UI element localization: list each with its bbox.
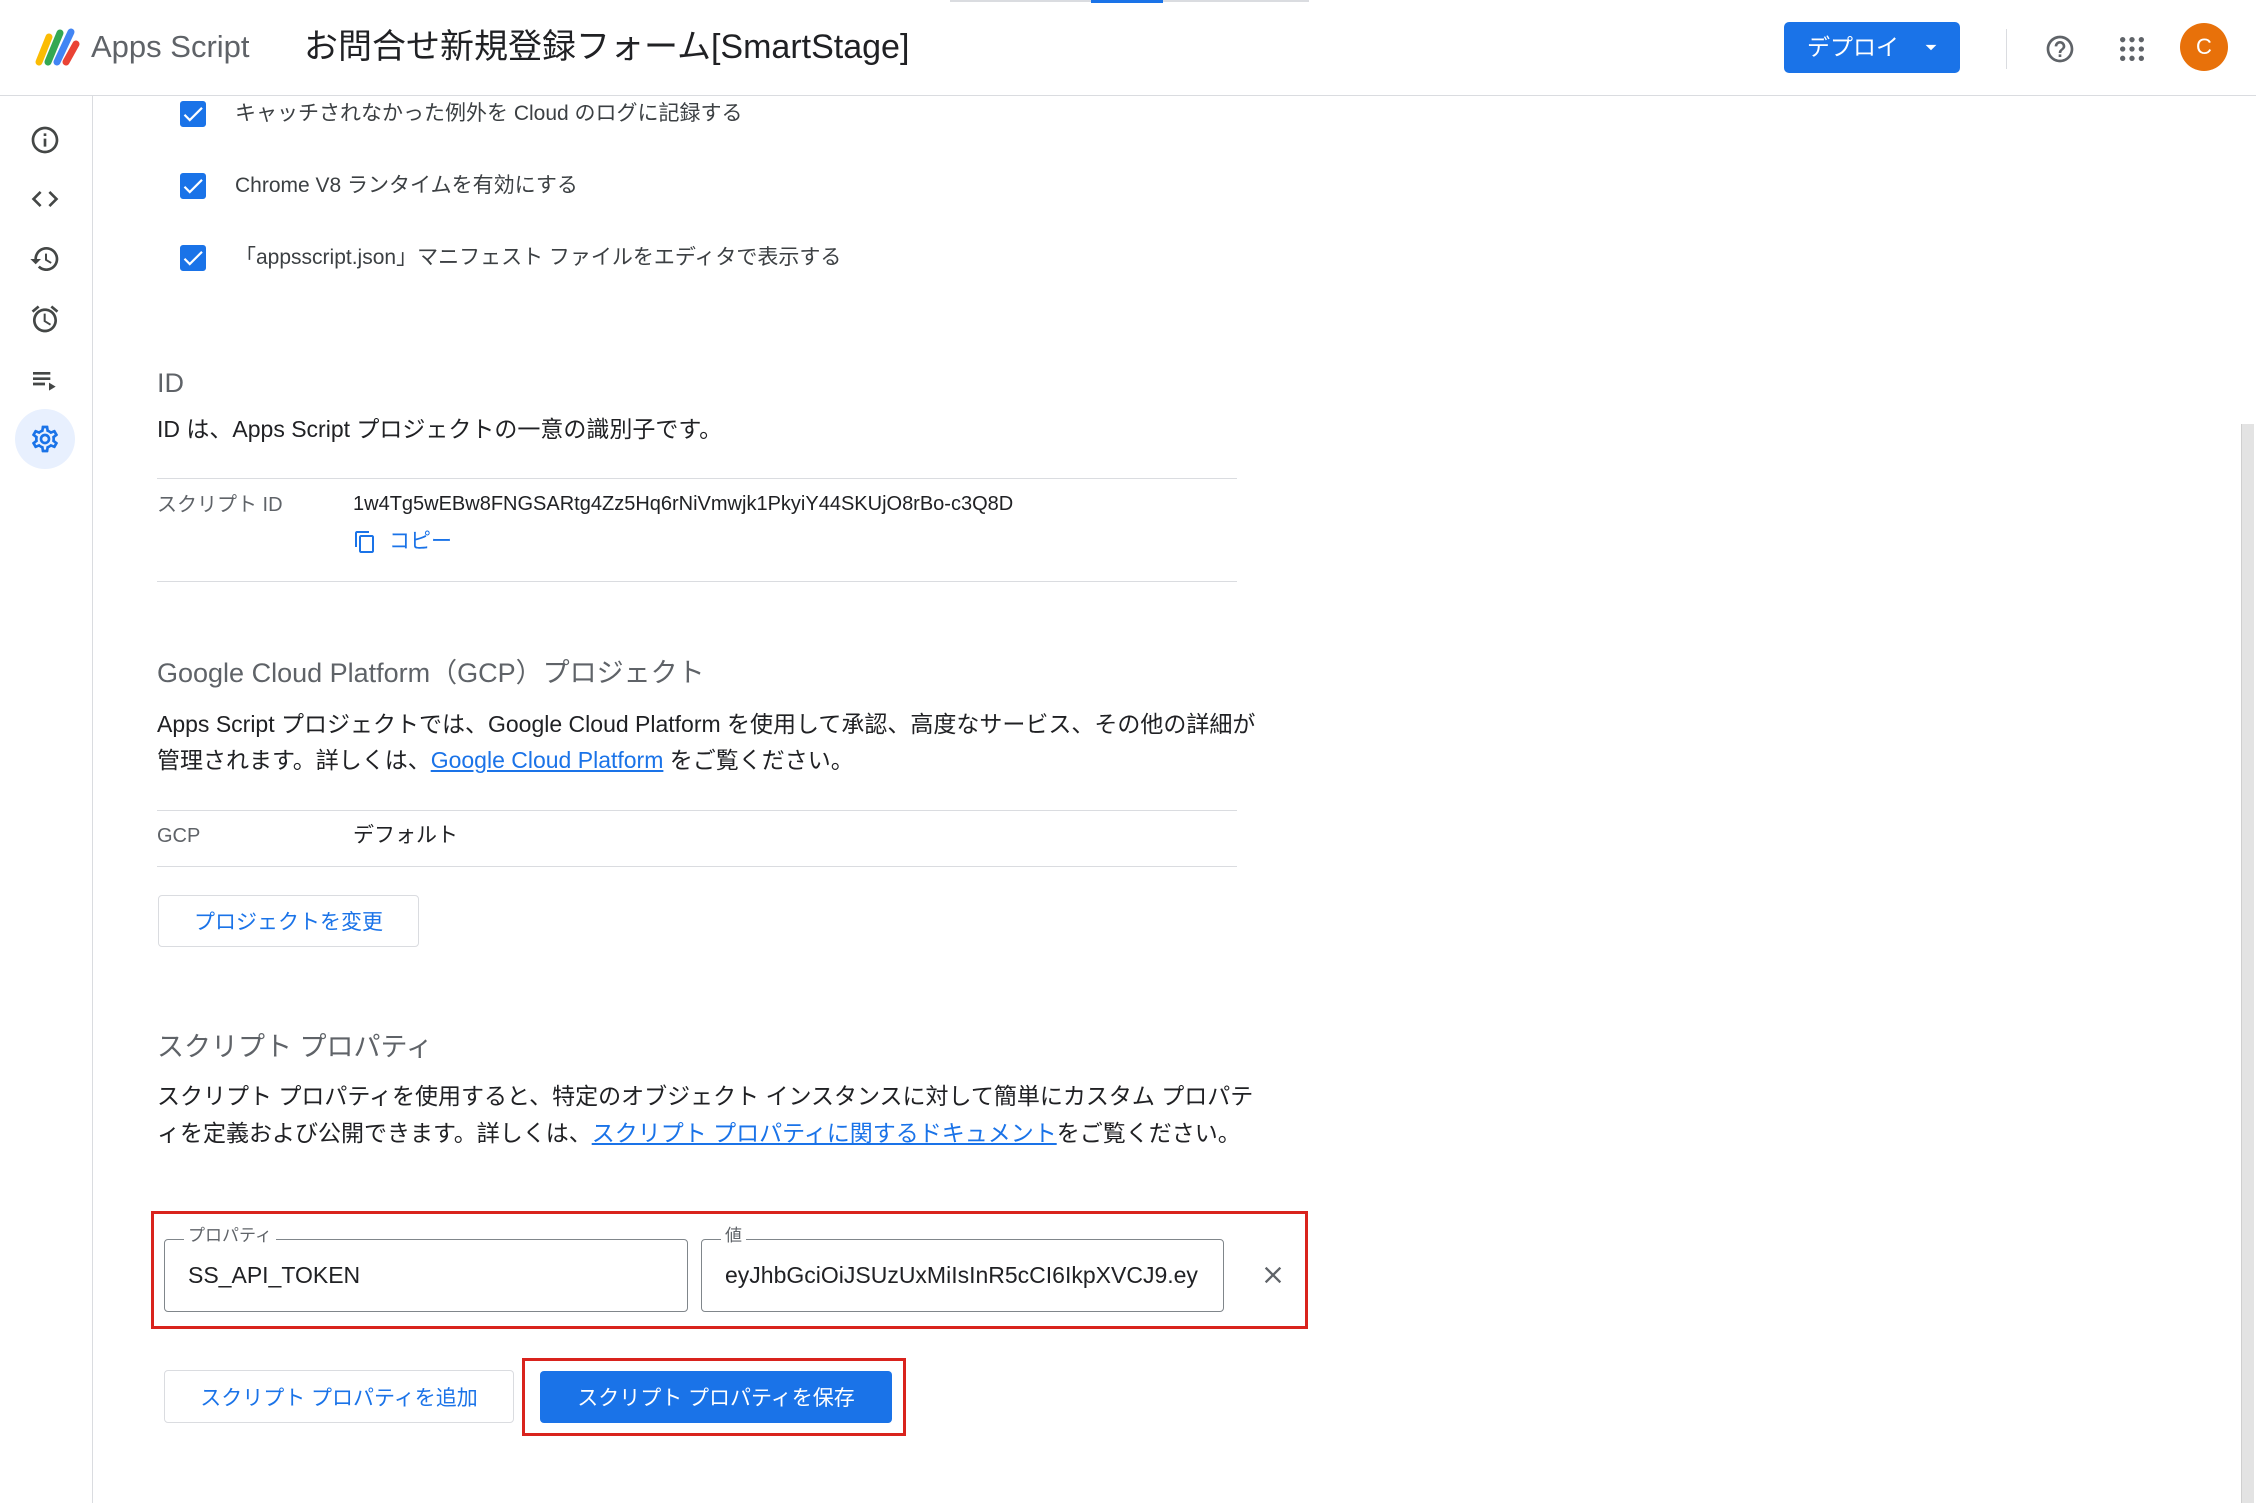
add-script-property-button[interactable]: スクリプト プロパティを追加 bbox=[164, 1370, 514, 1423]
history-icon bbox=[30, 247, 59, 271]
property-key-input[interactable] bbox=[188, 1240, 673, 1311]
checkbox-log-uncaught-exceptions[interactable] bbox=[180, 101, 206, 127]
alarm-icon bbox=[31, 305, 59, 333]
sidebar-item-executions[interactable] bbox=[15, 350, 75, 410]
apps-script-logo[interactable] bbox=[32, 25, 82, 69]
change-project-button[interactable]: プロジェクトを変更 bbox=[158, 895, 419, 947]
script-id-label: スクリプト ID bbox=[157, 494, 283, 516]
info-icon bbox=[31, 126, 59, 154]
divider bbox=[157, 866, 1237, 867]
sidebar-item-history[interactable] bbox=[15, 229, 75, 289]
divider bbox=[157, 478, 1237, 479]
copy-script-id-button[interactable]: コピー bbox=[353, 527, 452, 557]
executions-icon bbox=[33, 372, 56, 391]
divider bbox=[157, 581, 1237, 582]
save-script-properties-button[interactable]: スクリプト プロパティを保存 bbox=[540, 1371, 892, 1423]
top-tab-indicator bbox=[950, 0, 1309, 3]
property-value-field[interactable]: 値 bbox=[701, 1226, 1224, 1312]
apps-grid-icon[interactable] bbox=[2116, 33, 2148, 65]
script-properties-description: スクリプト プロパティを使用すると、特定のオブジェクト インスタンスに対して簡単… bbox=[157, 1078, 1267, 1152]
script-properties-description-text-end: をご覧ください。 bbox=[1056, 1120, 1241, 1146]
dropdown-arrow-icon bbox=[1925, 44, 1937, 51]
script-properties-heading: スクリプト プロパティ bbox=[157, 1032, 433, 1062]
sidebar-item-triggers[interactable] bbox=[15, 289, 75, 349]
sidebar-item-overview[interactable] bbox=[15, 110, 75, 170]
id-section-description: ID は、Apps Script プロジェクトの一意の識別子です。 bbox=[157, 416, 723, 442]
property-key-field[interactable]: プロパティ bbox=[164, 1226, 688, 1312]
gcp-value: デフォルト bbox=[353, 824, 458, 847]
id-section-heading: ID bbox=[157, 368, 184, 398]
top-tab-indicator-active bbox=[1091, 0, 1163, 3]
deploy-button-label: デプロイ bbox=[1807, 34, 1899, 60]
check-icon bbox=[183, 251, 203, 266]
header-divider bbox=[2006, 29, 2007, 69]
script-properties-docs-link[interactable]: スクリプト プロパティに関するドキュメント bbox=[592, 1120, 1057, 1146]
gcp-section-description: Apps Script プロジェクトでは、Google Cloud Platfo… bbox=[157, 706, 1267, 778]
gcp-help-link[interactable]: Google Cloud Platform bbox=[431, 747, 664, 773]
project-title[interactable]: お問合せ新規登録フォーム[SmartStage] bbox=[304, 26, 909, 68]
sidebar-item-settings[interactable] bbox=[15, 409, 75, 469]
avatar[interactable]: C bbox=[2180, 23, 2228, 71]
property-value-input[interactable] bbox=[725, 1240, 1209, 1311]
gcp-label: GCP bbox=[157, 825, 201, 847]
checkbox-enable-v8-runtime[interactable] bbox=[180, 173, 206, 199]
checkbox-label-log-uncaught-exceptions: キャッチされなかった例外を Cloud のログに記録する bbox=[235, 102, 743, 125]
gcp-section-heading: Google Cloud Platform（GCP）プロジェクト bbox=[157, 658, 705, 688]
sidebar bbox=[0, 96, 93, 1503]
checkbox-show-manifest[interactable] bbox=[180, 245, 206, 271]
checkbox-label-enable-v8-runtime: Chrome V8 ランタイムを有効にする bbox=[235, 174, 578, 197]
deploy-button[interactable]: デプロイ bbox=[1784, 22, 1960, 73]
gear-icon bbox=[32, 425, 58, 453]
script-id-value: 1w4Tg5wEBw8FNGSARtg4Zz5Hq6rNiVmwjk1PkyiY… bbox=[353, 493, 1014, 515]
copy-label: コピー bbox=[389, 530, 452, 553]
copy-icon bbox=[355, 531, 374, 553]
scrollbar-thumb[interactable] bbox=[2241, 424, 2254, 1503]
check-icon bbox=[183, 107, 203, 122]
check-icon bbox=[183, 179, 203, 194]
help-icon[interactable] bbox=[2044, 33, 2076, 65]
code-icon bbox=[31, 191, 59, 207]
product-name: Apps Script bbox=[91, 29, 250, 64]
remove-property-close-icon[interactable] bbox=[1259, 1261, 1287, 1289]
checkbox-label-show-manifest: 「appsscript.json」マニフェスト ファイルをエディタで表示する bbox=[235, 246, 842, 269]
divider bbox=[157, 810, 1237, 811]
gcp-description-text-end: をご覧ください。 bbox=[663, 747, 854, 773]
sidebar-item-editor[interactable] bbox=[15, 169, 75, 229]
